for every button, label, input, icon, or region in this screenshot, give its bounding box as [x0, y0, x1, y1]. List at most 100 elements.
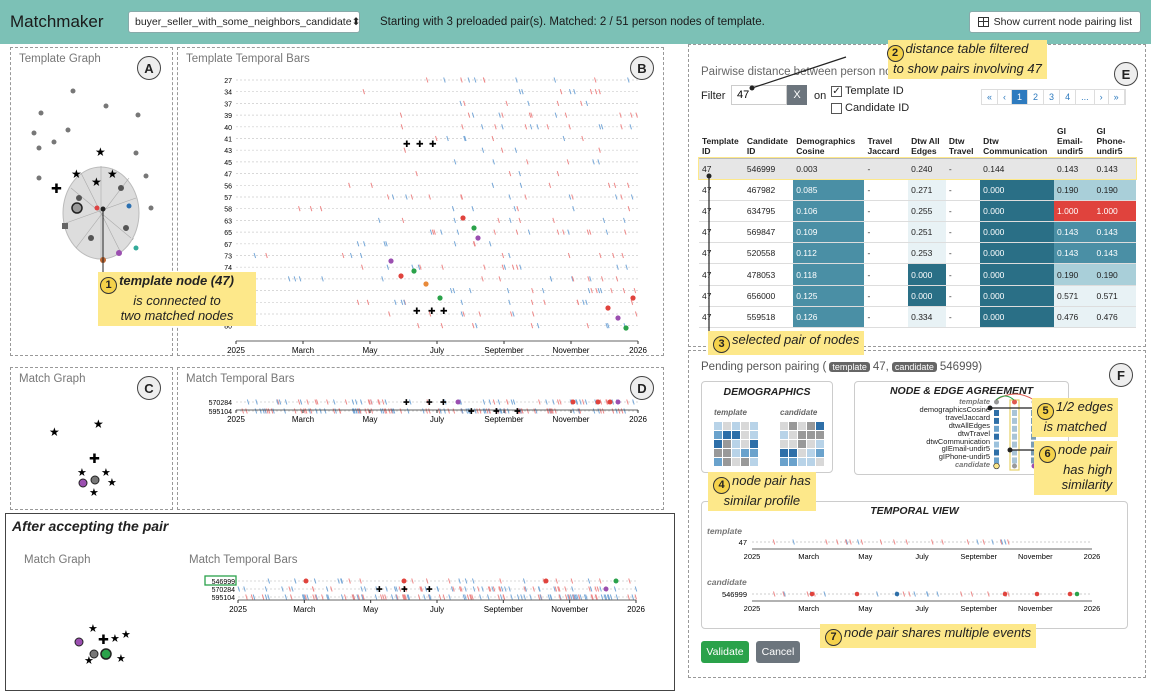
- after-bars-chart[interactable]: 5469995702845951042025 March May July Septem…: [6, 514, 676, 692]
- annotation-7: 7 node pair shares multiple events: [820, 624, 1037, 648]
- cancel-button[interactable]: Cancel: [756, 641, 800, 663]
- tick-label: May: [362, 415, 377, 424]
- event-dot: [543, 578, 549, 584]
- event-mark: [627, 594, 630, 600]
- page-link[interactable]: 1: [1012, 90, 1029, 104]
- tick-label: May: [858, 552, 872, 561]
- column-header[interactable]: Dtw Travel: [945, 114, 981, 159]
- filter-input[interactable]: [731, 85, 787, 105]
- after-accept-panel: After accepting the pair Match Graph Mat…: [5, 513, 675, 691]
- demographics-grid: [714, 422, 824, 466]
- candidate-id-checkbox[interactable]: Candidate ID: [831, 102, 909, 114]
- table-cell: -: [945, 200, 981, 223]
- table-header-row: Template ID Candidate ID Demographics Cosi…: [699, 114, 1136, 159]
- event-marker: ✚: [376, 585, 383, 594]
- table-cell: 0.143: [1054, 221, 1094, 244]
- event-marker: ✚: [468, 407, 475, 416]
- filter-clear-button[interactable]: X: [787, 85, 807, 105]
- distance-table: Template ID Candidate ID Demographics Cosi…: [698, 114, 1137, 329]
- event-dot: [401, 578, 407, 584]
- page-link[interactable]: ...: [1076, 90, 1095, 104]
- table-row[interactable]: 47 559518 0.126-0.334-0.000 0.476 0.476: [699, 306, 1136, 329]
- page-link[interactable]: 3: [1044, 90, 1061, 104]
- validate-button[interactable]: Validate: [701, 641, 749, 663]
- demographic-cell: [798, 440, 806, 448]
- event-dot: [615, 315, 621, 321]
- column-header[interactable]: Dtw Communication: [980, 114, 1055, 159]
- table-cell: 0.000: [980, 263, 1055, 286]
- annotation-4-text1: node pair has: [732, 473, 811, 488]
- table-row[interactable]: 47 569847 0.109-0.251-0.000 0.143 0.143: [699, 221, 1136, 244]
- demographic-cell: [714, 449, 722, 457]
- template-id-checkbox[interactable]: ✓ Template ID: [831, 85, 904, 97]
- column-header[interactable]: GI Email-undir5: [1054, 114, 1094, 159]
- page-link[interactable]: ›: [1094, 90, 1109, 104]
- tick-label: March: [292, 415, 314, 424]
- select-arrow-icon: ⬍: [351, 16, 361, 28]
- demographic-cell: [732, 458, 740, 466]
- table-row[interactable]: 47 656000 0.125-0.000-0.000 0.571 0.571: [699, 285, 1136, 307]
- table-cell: 0.000: [980, 285, 1055, 307]
- tick-label: July: [915, 604, 929, 613]
- demographic-cell: [741, 431, 749, 439]
- agreement-cell: [1012, 433, 1017, 440]
- demographic-cell: [798, 431, 806, 439]
- tick-label: September: [484, 415, 523, 424]
- row-label: 47: [224, 172, 232, 179]
- table-cell: 0.476: [1093, 306, 1136, 329]
- event-mark: [613, 182, 617, 188]
- demographic-cell: [714, 422, 722, 430]
- column-header[interactable]: GI Phone-undir5: [1093, 114, 1136, 159]
- table-cell: -: [864, 200, 909, 223]
- column-header[interactable]: Travel Jaccard: [864, 114, 909, 159]
- event-mark: [526, 159, 529, 165]
- table-row[interactable]: 47 478053 0.118-0.000-0.000 0.190 0.190: [699, 263, 1136, 286]
- agreement-cell: [994, 433, 999, 440]
- annotation-6-text1: node pair: [1058, 442, 1113, 457]
- agreement-cell: [994, 410, 999, 416]
- annotation-7-text: node pair shares multiple events: [844, 625, 1032, 640]
- graph-select[interactable]: buyer_seller_with_some_neighbors_candida…: [128, 11, 360, 33]
- page-link[interactable]: «: [982, 90, 999, 104]
- match-graph-canvas[interactable]: ★★ ✚★★ ★★: [11, 368, 174, 511]
- demographic-cell: [816, 431, 824, 439]
- page-link[interactable]: 2: [1028, 90, 1045, 104]
- table-row[interactable]: 47 467982 0.085-0.271-0.000 0.190 0.190: [699, 179, 1136, 201]
- table-cell: 0.125: [793, 285, 865, 307]
- table-cell: 0.190: [1093, 179, 1136, 201]
- row-label: 45: [224, 160, 232, 167]
- event-dot: [475, 235, 481, 241]
- table-row[interactable]: 47 520558 0.112-0.253-0.000 0.143 0.143: [699, 242, 1136, 265]
- column-header[interactable]: Demographics Cosine: [793, 114, 865, 159]
- annotation-5-text1: 1/2 edges: [1056, 399, 1114, 414]
- event-mark: [564, 586, 567, 592]
- match-bars-chart[interactable]: 5702845951042025 March May July September Nov…: [178, 368, 665, 511]
- annotation-3-number: 3: [713, 335, 730, 353]
- row-label: 570284: [212, 587, 235, 594]
- agreement-edge-node: [1012, 399, 1017, 405]
- page-link[interactable]: »: [1108, 90, 1125, 104]
- show-pairing-button[interactable]: Show current node pairing list: [968, 11, 1141, 33]
- table-cell: -: [864, 221, 909, 244]
- page-link[interactable]: ‹: [998, 90, 1013, 104]
- pending-template-id: 47,: [872, 361, 889, 373]
- event-dot: [613, 578, 619, 584]
- table-row[interactable]: 47 546999 0.003-0.240-0.144 0.143 0.143: [698, 156, 1137, 181]
- column-header[interactable]: Template ID: [699, 114, 744, 159]
- table-cell: 0.000: [908, 263, 946, 286]
- annotation-5-number: 5: [1037, 402, 1054, 420]
- event-dot: [1034, 591, 1040, 597]
- table-row[interactable]: 47 634795 0.106-0.255-0.000 1.000 1.000: [699, 200, 1136, 223]
- event-mark: [293, 408, 297, 414]
- filter-label: Filter: [701, 90, 726, 102]
- page-link[interactable]: 4: [1060, 90, 1077, 104]
- event-mark: [597, 408, 600, 414]
- demographic-cell: [714, 431, 722, 439]
- annotation-6-number: 6: [1039, 445, 1056, 463]
- tick-label: 2026: [629, 415, 647, 424]
- event-dot: [894, 591, 900, 597]
- demographic-cell: [732, 431, 740, 439]
- event-marker: ✚: [429, 139, 437, 149]
- column-header[interactable]: Dtw All Edges: [908, 114, 946, 159]
- column-header[interactable]: Candidate ID: [743, 114, 794, 159]
